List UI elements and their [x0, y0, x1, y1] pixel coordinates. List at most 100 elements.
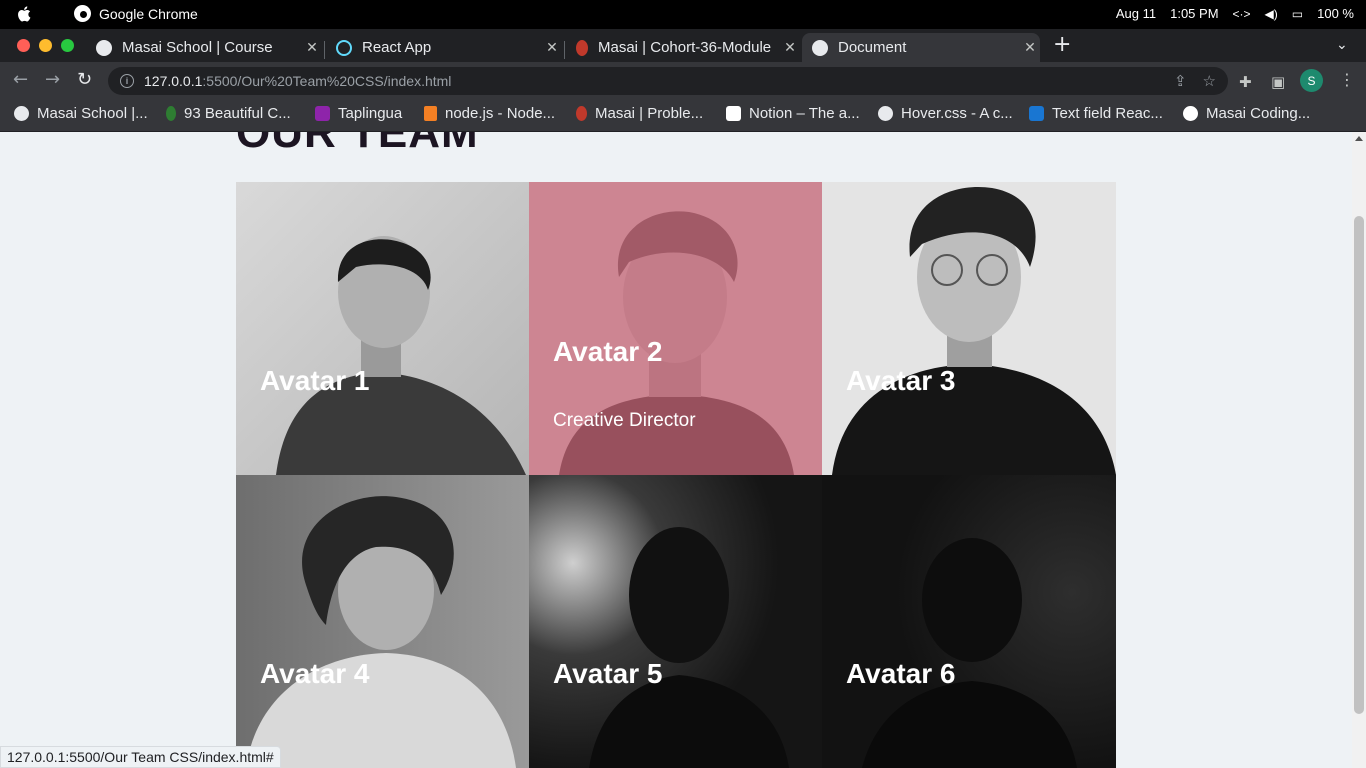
team-card-2[interactable]: Avatar 2 Creative Director	[529, 182, 822, 475]
tab-document[interactable]: Document ✕	[802, 33, 1040, 62]
bookmark-label: Masai Coding...	[1206, 105, 1311, 122]
masai-icon	[576, 106, 587, 121]
bookmark-label: Text field Reac...	[1052, 105, 1163, 122]
os-menubar: Google Chrome Aug 11 1:05 PM <·> ◀) ▭ 10…	[0, 0, 1366, 29]
team-card-6[interactable]: Avatar 6	[822, 475, 1116, 768]
scrollbar-thumb[interactable]	[1354, 216, 1364, 714]
bookmark-item[interactable]: Text field Reac...	[1029, 105, 1163, 122]
browser-toolbar: ← → ↻ i 127.0.0.1:5500/Our%20Team%20CSS/…	[0, 62, 1366, 100]
forward-arrow-icon[interactable]: →	[45, 70, 60, 90]
more-menu-icon[interactable]: ⋮	[1339, 70, 1355, 89]
back-arrow-icon[interactable]: ←	[13, 70, 28, 90]
bookmark-label: Hover.css - A c...	[901, 105, 1013, 122]
team-card-4[interactable]: Avatar 4	[236, 475, 529, 768]
reload-icon[interactable]: ↻	[77, 70, 92, 90]
portrait-photo	[529, 475, 822, 768]
member-name: Avatar 3	[846, 365, 956, 396]
bookmark-label: node.js - Node...	[445, 105, 556, 122]
react-icon	[336, 39, 352, 56]
share-icon[interactable]: ⇪	[1174, 72, 1187, 90]
tab-strip: Masai School | Course ✕ React App ✕ Masa…	[0, 29, 1366, 62]
globe-icon	[14, 106, 29, 121]
menubar-date[interactable]: Aug 11	[1116, 6, 1156, 21]
tab-divider	[324, 41, 325, 59]
member-role: Creative Director	[553, 410, 696, 431]
url-host: 127.0.0.1	[144, 73, 203, 89]
bookmark-item[interactable]: Notion – The a...	[726, 105, 860, 122]
site-info-icon[interactable]: i	[120, 74, 134, 88]
tab-search-chevron-icon[interactable]: ⌄	[1336, 37, 1348, 53]
address-bar[interactable]: i 127.0.0.1:5500/Our%20Team%20CSS/index.…	[108, 67, 1228, 95]
bookmark-label: 93 Beautiful C...	[184, 105, 291, 122]
close-tab-icon[interactable]: ✕	[1020, 39, 1040, 56]
member-name: Avatar 1	[260, 365, 370, 396]
bookmark-label: Taplingua	[338, 105, 403, 122]
bookmark-star-icon[interactable]: ☆	[1203, 72, 1216, 90]
stackoverflow-icon	[424, 106, 437, 121]
portrait-photo	[236, 475, 529, 768]
close-tab-icon[interactable]: ✕	[302, 39, 322, 56]
portrait-photo	[236, 182, 529, 475]
bookmarks-bar: Masai School |... 93 Beautiful C... Tapl…	[0, 100, 1366, 132]
member-name: Avatar 6	[846, 658, 956, 689]
new-tab-icon[interactable]: +	[1053, 34, 1071, 56]
bookmark-item[interactable]: node.js - Node...	[424, 105, 555, 122]
url-path: :5500/Our%20Team%20CSS/index.html	[202, 73, 452, 89]
side-panel-icon[interactable]: ▣	[1271, 73, 1285, 91]
profile-avatar[interactable]: S	[1300, 69, 1323, 92]
scroll-up-arrow-icon[interactable]	[1355, 136, 1363, 141]
portrait-photo	[822, 182, 1116, 475]
close-tab-icon[interactable]: ✕	[780, 39, 800, 56]
mui-icon	[1029, 106, 1044, 121]
apple-icon[interactable]	[16, 5, 34, 23]
chrome-icon	[74, 5, 91, 22]
tab-masai-course[interactable]: Masai School | Course ✕	[86, 33, 322, 62]
member-name: Avatar 2	[553, 336, 663, 367]
bookmark-label: Masai School |...	[37, 105, 148, 122]
volume-icon[interactable]: ◀)	[1265, 7, 1278, 21]
team-card-1[interactable]: Avatar 1	[236, 182, 529, 475]
network-icon[interactable]: <·>	[1233, 7, 1251, 21]
page-scrollbar[interactable]	[1352, 132, 1366, 768]
member-name: Avatar 5	[553, 658, 663, 689]
tab-divider	[564, 41, 565, 59]
extensions-puzzle-icon[interactable]: ✚	[1239, 73, 1252, 91]
tab-title: Document	[838, 39, 907, 56]
bookmark-item[interactable]: Masai School |...	[14, 105, 148, 122]
battery-percent: 100 %	[1317, 6, 1354, 21]
page-viewport: OUR TEAM Avatar 1 Avatar 2 Creative Dire…	[0, 132, 1352, 768]
menubar-status-area: Aug 11 1:05 PM <·> ◀) ▭ 100 %	[1116, 6, 1354, 21]
tab-masai-cohort[interactable]: Masai | Cohort-36-Module ✕	[566, 33, 800, 62]
link-status-bubble: 127.0.0.1:5500/Our Team CSS/index.html#	[0, 746, 281, 768]
portrait-photo	[822, 475, 1116, 768]
notion-icon	[726, 106, 741, 121]
tab-title: Masai | Cohort-36-Module	[598, 39, 772, 56]
bookmark-item[interactable]: Hover.css - A c...	[878, 105, 1013, 122]
bookmark-item[interactable]: Taplingua	[315, 105, 402, 122]
minimize-window-button[interactable]	[39, 39, 52, 52]
bookmark-label: Notion – The a...	[749, 105, 860, 122]
bookmark-item[interactable]: Masai Coding...	[1183, 105, 1310, 122]
battery-icon[interactable]: ▭	[1292, 7, 1303, 21]
menubar-time[interactable]: 1:05 PM	[1170, 6, 1218, 21]
masai-coding-icon	[1183, 106, 1198, 121]
close-window-button[interactable]	[17, 39, 30, 52]
member-name: Avatar 4	[260, 658, 370, 689]
active-app-menu[interactable]: Google Chrome	[74, 5, 198, 22]
tab-title: React App	[362, 39, 432, 56]
bookmark-label: Masai | Proble...	[595, 105, 704, 122]
maximize-window-button[interactable]	[61, 39, 74, 52]
close-tab-icon[interactable]: ✕	[542, 39, 562, 56]
team-grid: Avatar 1 Avatar 2 Creative Director Avat…	[236, 182, 1116, 768]
masai-icon	[576, 39, 588, 56]
globe-icon	[96, 39, 112, 56]
globe-icon	[812, 39, 828, 56]
address-bar-actions: ⇪ ☆	[1174, 72, 1216, 90]
tab-title: Masai School | Course	[122, 39, 273, 56]
tab-react-app[interactable]: React App ✕	[326, 33, 562, 62]
team-card-5[interactable]: Avatar 5	[529, 475, 822, 768]
bookmark-item[interactable]: Masai | Proble...	[576, 105, 703, 122]
globe-icon	[878, 106, 893, 121]
team-card-3[interactable]: Avatar 3	[822, 182, 1116, 475]
bookmark-item[interactable]: 93 Beautiful C...	[166, 105, 291, 122]
